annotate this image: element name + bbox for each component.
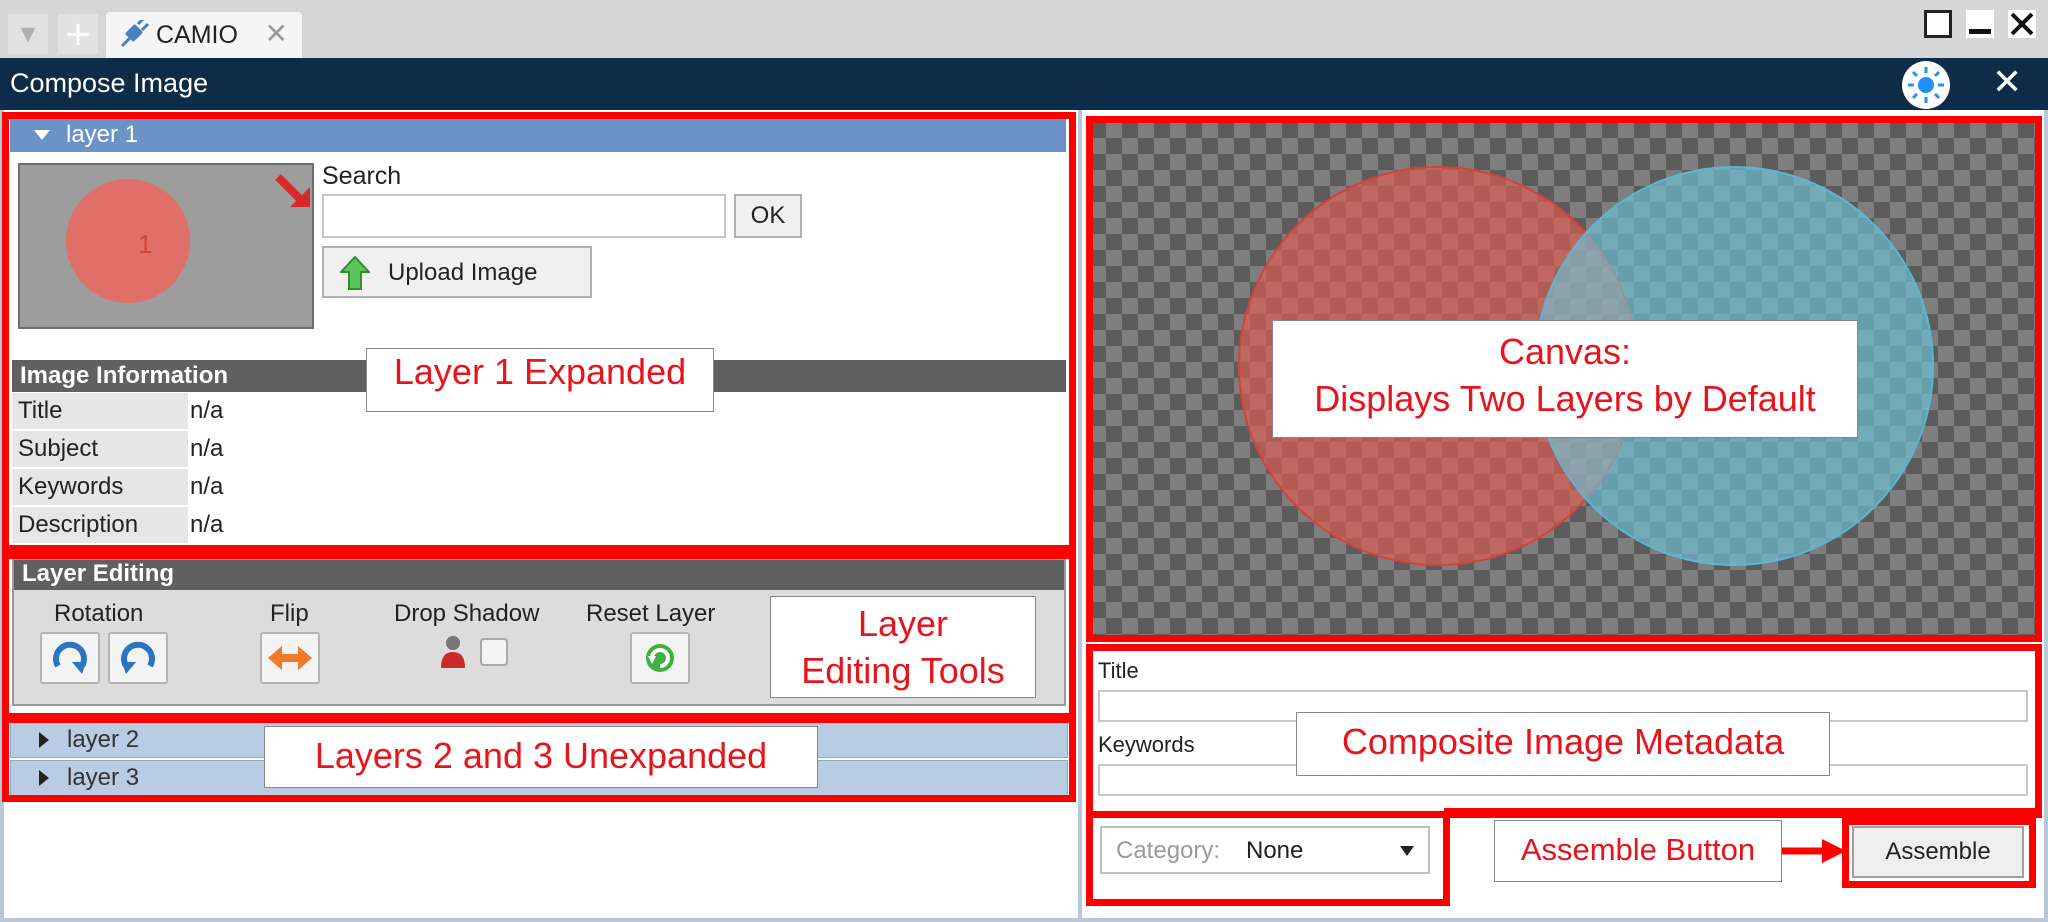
close-icon bbox=[2010, 12, 2034, 36]
sun-icon bbox=[1908, 67, 1944, 103]
annotation-canvas: Canvas: Displays Two Layers by Default bbox=[1272, 320, 1858, 438]
annotation-metadata: Composite Image Metadata bbox=[1296, 712, 1830, 776]
annotation-unexpanded: Layers 2 and 3 Unexpanded bbox=[264, 726, 818, 788]
theme-toggle-button[interactable] bbox=[1902, 61, 1950, 109]
annotation-canvas-line1: Canvas: bbox=[1498, 331, 1632, 372]
annotation-tools-line2: Editing Tools bbox=[801, 649, 1005, 691]
maximize-button[interactable] bbox=[1924, 10, 1952, 38]
annotation-box-layer1 bbox=[2, 112, 1076, 552]
tab-camio[interactable]: CAMIO ✕ bbox=[106, 12, 302, 58]
new-tab-button[interactable]: + bbox=[58, 14, 98, 54]
tab-menu-button[interactable]: ▾ bbox=[8, 14, 48, 54]
annotation-tools: Layer Editing Tools bbox=[770, 596, 1036, 698]
annotation-assemble: Assemble Button bbox=[1494, 820, 1782, 882]
tab-label: CAMIO bbox=[156, 21, 238, 49]
annotation-canvas-line2: Displays Two Layers by Default bbox=[1314, 377, 1816, 419]
window-close-button[interactable] bbox=[2008, 10, 2036, 38]
tab-strip: ▾ + CAMIO ✕ bbox=[0, 0, 2048, 58]
dialog-title-bar: Compose Image ✕ bbox=[0, 58, 2048, 110]
plug-icon bbox=[120, 20, 150, 48]
annotation-tools-line1: Layer bbox=[857, 603, 949, 644]
tab-close-icon[interactable]: ✕ bbox=[265, 17, 288, 50]
dialog-close-icon[interactable]: ✕ bbox=[1992, 62, 2022, 103]
annotation-arrow-icon bbox=[1782, 839, 1846, 863]
minimize-button[interactable] bbox=[1966, 10, 1994, 38]
annotation-layer1: Layer 1 Expanded bbox=[366, 348, 714, 412]
annotation-box-assemble bbox=[1842, 818, 2036, 888]
dialog-title: Compose Image bbox=[10, 68, 209, 98]
annotation-box-metadata-bottom bbox=[1086, 812, 1450, 906]
